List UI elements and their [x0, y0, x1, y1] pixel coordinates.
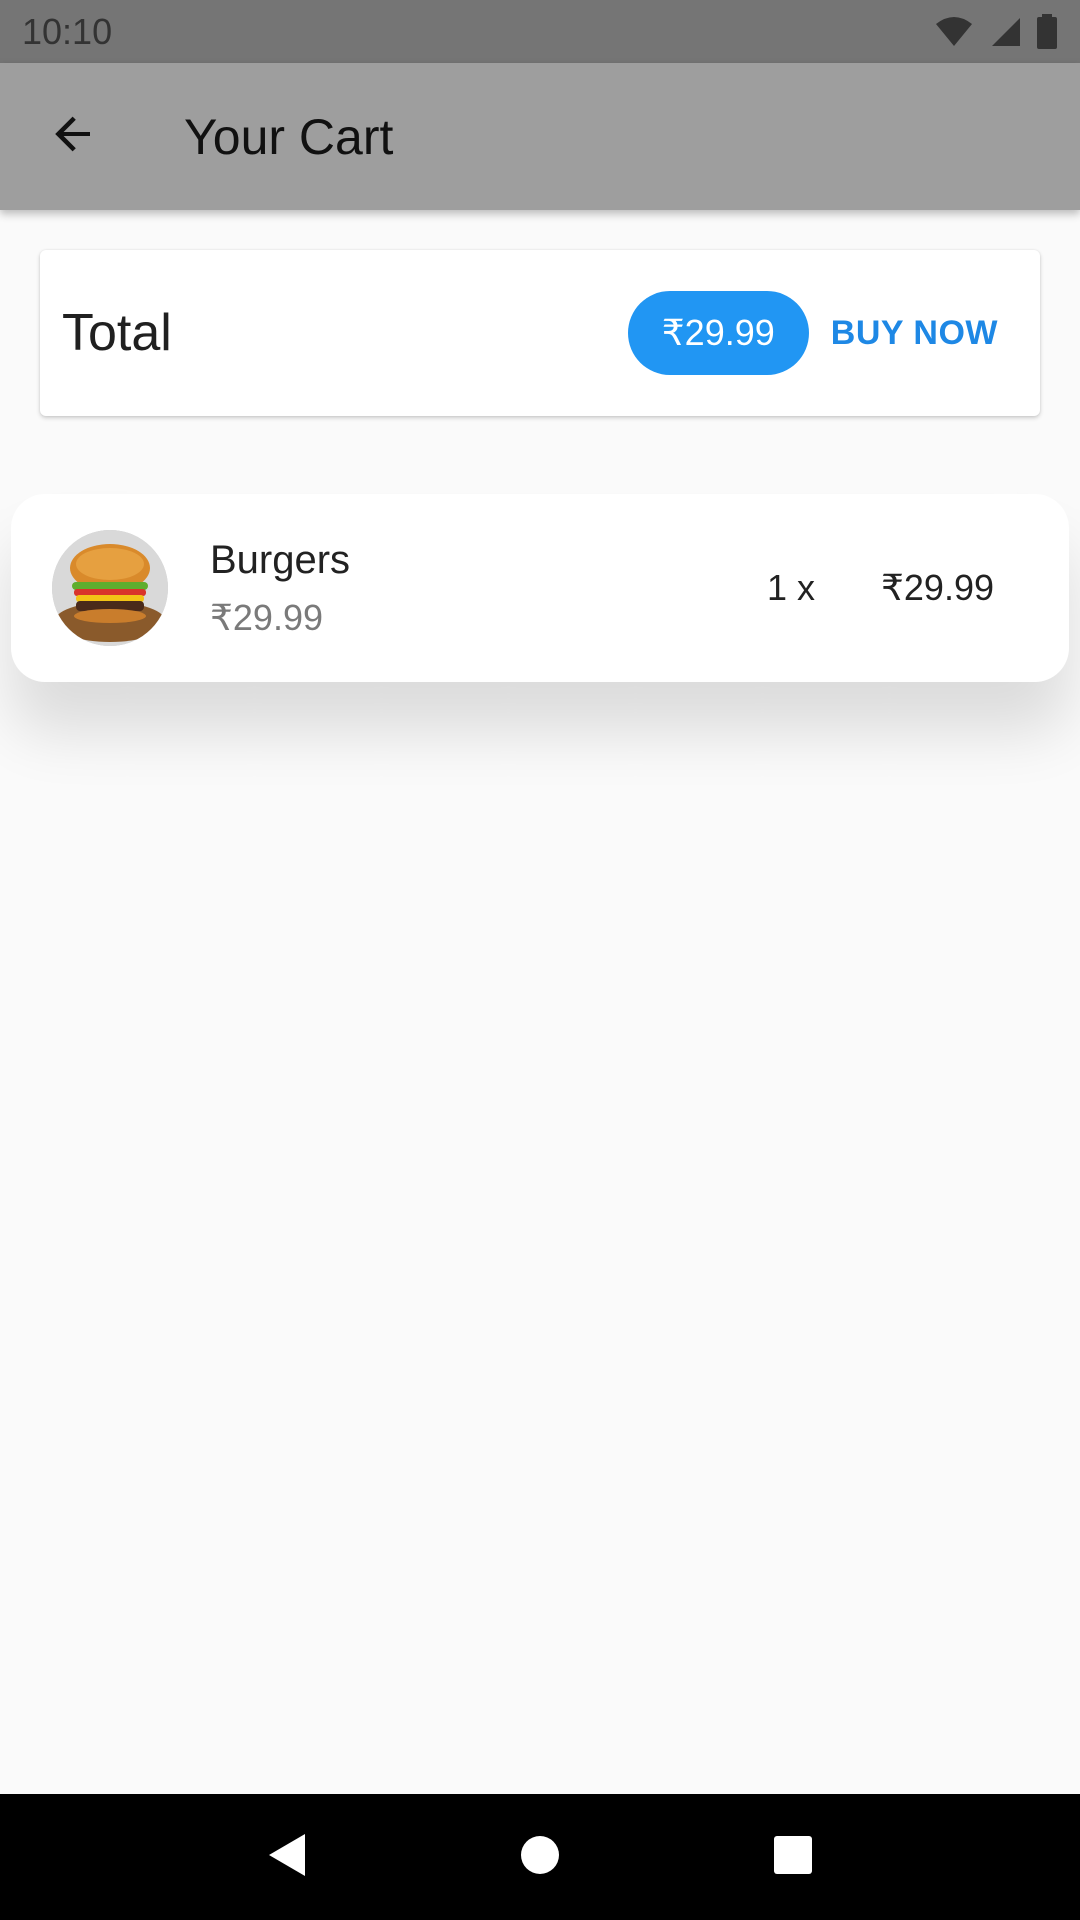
item-text: Burgers ₹29.99 [210, 538, 767, 639]
buy-now-button[interactable]: BUY NOW [831, 314, 998, 353]
status-icons [934, 13, 1058, 50]
arrow-left-icon [50, 110, 98, 163]
total-label: Total [62, 304, 172, 362]
nav-recents-button[interactable] [748, 1812, 838, 1902]
system-nav-bar [0, 1794, 1080, 1920]
total-amount-chip: ₹29.99 [627, 291, 809, 375]
item-unit-price: ₹29.99 [210, 596, 323, 638]
back-triangle-icon [267, 1832, 307, 1883]
burger-thumbnail [52, 530, 168, 646]
nav-home-button[interactable] [495, 1812, 585, 1902]
back-button[interactable] [26, 89, 122, 185]
status-bar: 10:10 [0, 0, 1080, 63]
signal-icon [988, 16, 1022, 48]
item-line-total: ₹29.99 [881, 567, 994, 608]
recents-square-icon [773, 1835, 813, 1880]
battery-icon [1036, 13, 1058, 50]
wifi-icon [934, 16, 974, 48]
app-bar: Your Cart [0, 63, 1080, 210]
status-time: 10:10 [22, 10, 113, 52]
total-card: Total ₹29.99 BUY NOW [40, 250, 1040, 416]
page-title: Your Cart [184, 108, 394, 165]
item-quantity: 1 x [766, 567, 815, 608]
cart-item[interactable]: Burgers ₹29.99 1 x ₹29.99 [11, 494, 1069, 682]
nav-back-button[interactable] [242, 1812, 332, 1902]
home-circle-icon [520, 1835, 560, 1880]
item-name: Burgers [210, 537, 351, 582]
cart-screen: 10:10 Your Cart Total ₹29.99 BUY NOW Bur… [0, 0, 1080, 1920]
